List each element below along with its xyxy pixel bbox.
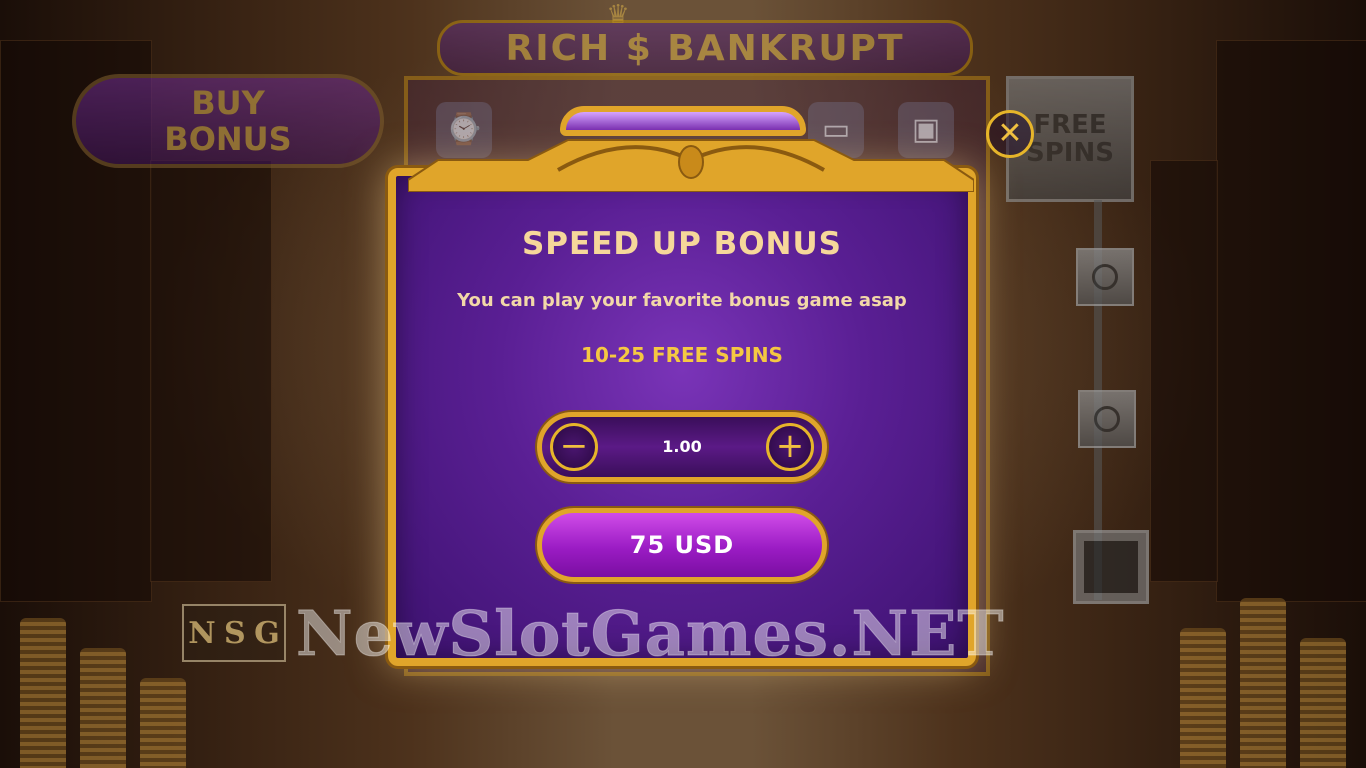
safe-icon (1076, 248, 1134, 306)
coin-stack (140, 678, 186, 768)
buy-bonus-button[interactable]: BUY BONUS (72, 74, 384, 168)
coin-stack (1300, 638, 1346, 768)
buy-price-button[interactable]: 75 USD (537, 508, 827, 582)
dialog-title: SPEED UP BONUS (521, 226, 843, 262)
coin-stack (1180, 628, 1226, 768)
watermark-letter: S (224, 615, 246, 651)
watermark-text: NewSlotGames.NET (296, 596, 1005, 670)
plus-icon: + (775, 426, 805, 466)
coin-stack (20, 618, 66, 768)
free-spins-range: 10-25 FREE SPINS (581, 343, 783, 367)
game-logo: RICH $ BANKRUPT (437, 20, 973, 76)
close-button[interactable]: ✕ (986, 110, 1034, 158)
coin-stack (1240, 598, 1286, 768)
watermark-letter: N (188, 615, 216, 651)
bet-value: 1.00 (662, 437, 702, 456)
left-shelf-inner (150, 160, 272, 582)
open-safe-icon (1073, 530, 1149, 604)
buy-bonus-label: BUY BONUS (164, 84, 292, 158)
minus-icon: − (559, 426, 589, 466)
crest-purple-bar (560, 106, 806, 136)
right-shelf-inner (1150, 160, 1218, 582)
watermark-logo: N S G (182, 604, 286, 662)
minus-button[interactable]: − (550, 423, 598, 471)
dialog-description: You can play your favorite bonus game as… (457, 290, 907, 311)
plus-button[interactable]: + (766, 423, 814, 471)
close-icon: ✕ (997, 116, 1023, 151)
dialog-crest-ornament (408, 139, 974, 192)
safe-icon (1078, 390, 1136, 448)
logo-text: RICH $ BANKRUPT (505, 27, 905, 69)
free-spins-label: FREE SPINS (1026, 110, 1114, 168)
right-shelf (1216, 40, 1366, 602)
watermark-letter: G (254, 615, 280, 651)
coin-stack (80, 648, 126, 768)
watermark: N S G NewSlotGames.NET (182, 596, 1005, 670)
bet-stepper: − 1.00 + (537, 412, 827, 482)
price-label: 75 USD (629, 531, 735, 559)
